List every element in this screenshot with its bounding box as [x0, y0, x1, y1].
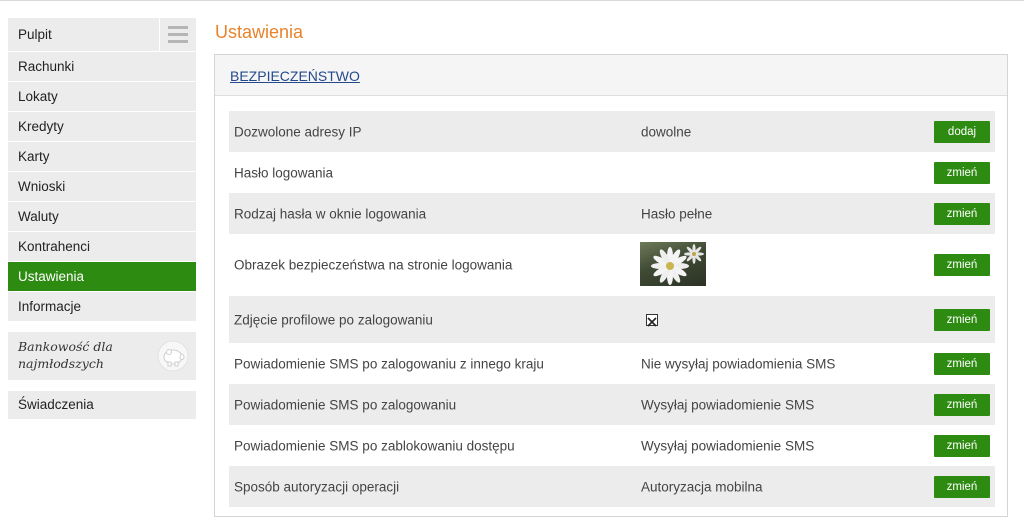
row-label: Powiadomienie SMS po zalogowaniu [234, 397, 457, 412]
settings-row-security-image: Obrazek bezpieczeństwa na stronie logowa… [229, 234, 995, 296]
add-ip-button[interactable]: dodaj [934, 120, 990, 143]
sidebar-item-label: Kredyty [18, 119, 64, 134]
sidebar-item-kredyty[interactable]: Kredyty [8, 112, 196, 142]
sidebar-item-pulpit[interactable]: Pulpit [8, 18, 196, 52]
sidebar-item-rachunki[interactable]: Rachunki [8, 52, 196, 82]
sidebar-item-label: Karty [18, 149, 50, 164]
panel-header: BEZPIECZEŃSTWO [215, 55, 1007, 96]
change-sms-foreign-login-button[interactable]: zmień [934, 352, 990, 375]
section-title-link[interactable]: BEZPIECZEŃSTWO [230, 68, 360, 84]
change-sms-login-button[interactable]: zmień [934, 393, 990, 416]
sidebar-item-label: Wnioski [18, 179, 66, 194]
sidebar-item-label: Lokaty [18, 89, 58, 104]
sidebar-item-label: Ustawienia [18, 269, 85, 284]
sidebar-item-label: Świadczenia [18, 397, 94, 412]
change-password-button[interactable]: zmień [934, 161, 990, 184]
settings-row-authorization-method: Sposób autoryzacji operacji Autoryzacja … [229, 466, 995, 507]
settings-row-login-password: Hasło logowania zmień [229, 152, 995, 193]
settings-list: Dozwolone adresy IP dowolne dodaj Hasło … [229, 111, 995, 507]
settings-row-sms-foreign-login: Powiadomienie SMS po zalogowaniu z inneg… [229, 343, 995, 384]
settings-row-sms-login: Powiadomienie SMS po zalogowaniu Wysyłaj… [229, 384, 995, 425]
sidebar-item-swiadczenia[interactable]: Świadczenia [8, 391, 196, 419]
row-label: Dozwolone adresy IP [234, 124, 362, 139]
sidebar-item-label: Pulpit [18, 27, 52, 42]
sidebar-item-karty[interactable]: Karty [8, 142, 196, 172]
daisy-flower-image [640, 242, 706, 286]
row-value: Wysyłaj powiadomienie SMS [641, 438, 815, 453]
row-value: Nie wysyłaj powiadomienia SMS [641, 356, 836, 371]
hamburger-icon[interactable] [159, 18, 196, 51]
row-label: Zdjęcie profilowe po zalogowaniu [234, 312, 433, 327]
sidebar-item-ustawienia[interactable]: Ustawienia [8, 262, 196, 292]
sidebar-item-waluty[interactable]: Waluty [8, 202, 196, 232]
change-security-image-button[interactable]: zmień [934, 254, 990, 276]
row-label: Rodzaj hasła w oknie logowania [234, 206, 427, 221]
row-value: Hasło pełne [641, 206, 713, 221]
row-label: Sposób autoryzacji operacji [234, 479, 400, 494]
settings-row-allowed-ip: Dozwolone adresy IP dowolne dodaj [229, 111, 995, 152]
sidebar-item-label: Kontrahenci [18, 239, 91, 254]
sidebar-item-label: Waluty [18, 209, 59, 224]
row-value: Autoryzacja mobilna [641, 479, 763, 494]
page-title: Ustawienia [215, 22, 304, 42]
security-panel: BEZPIECZEŃSTWO Dozwolone adresy IP dowol… [214, 54, 1008, 517]
row-value: Wysyłaj powiadomienie SMS [641, 397, 815, 412]
change-password-type-button[interactable]: zmień [934, 202, 990, 225]
sidebar-item-wnioski[interactable]: Wnioski [8, 172, 196, 202]
row-label: Powiadomienie SMS po zablokowaniu dostęp… [234, 438, 515, 453]
sidebar-item-informacje[interactable]: Informacje [8, 292, 196, 322]
sidebar-nav: Pulpit Rachunki Lokaty Kredyty Karty Wni… [8, 18, 196, 322]
sidebar-item-lokaty[interactable]: Lokaty [8, 82, 196, 112]
broken-image-icon [646, 313, 658, 327]
settings-row-password-type: Rodzaj hasła w oknie logowania Hasło peł… [229, 193, 995, 234]
change-profile-photo-button[interactable]: zmień [934, 308, 990, 331]
sidebar-item-kontrahenci[interactable]: Kontrahenci [8, 232, 196, 262]
sidebar-item-label: Rachunki [18, 59, 75, 74]
row-label: Powiadomienie SMS po zalogowaniu z inneg… [234, 356, 544, 371]
settings-row-sms-blocked: Powiadomienie SMS po zablokowaniu dostęp… [229, 425, 995, 466]
piggy-bank-icon [157, 340, 189, 372]
row-label: Hasło logowania [234, 165, 334, 180]
promo-text: Bankowość dla najmłodszych [18, 339, 113, 371]
kids-banking-promo[interactable]: Bankowość dla najmłodszych [8, 332, 196, 380]
change-authorization-button[interactable]: zmień [934, 475, 990, 498]
change-sms-blocked-button[interactable]: zmień [934, 434, 990, 457]
row-label: Obrazek bezpieczeństwa na stronie logowa… [234, 257, 513, 273]
row-value: dowolne [641, 124, 692, 139]
settings-row-profile-photo: Zdjęcie profilowe po zalogowaniu zmień [229, 296, 995, 343]
sidebar-item-label: Informacje [18, 299, 82, 314]
